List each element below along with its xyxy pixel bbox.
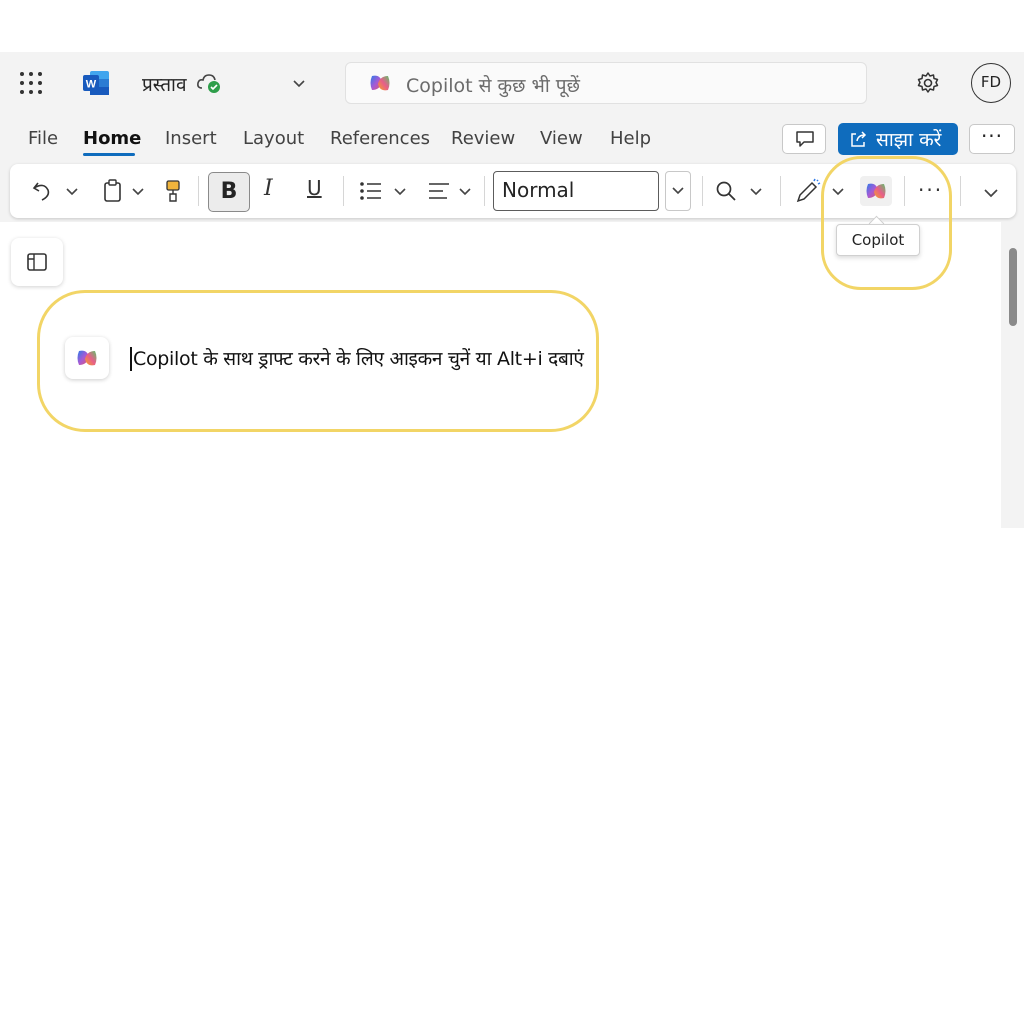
document-title[interactable]: प्रस्ताव xyxy=(142,71,187,97)
undo-icon[interactable] xyxy=(30,178,56,204)
tab-view[interactable]: View xyxy=(540,128,583,149)
tab-references[interactable]: References xyxy=(330,128,430,149)
copilot-icon xyxy=(77,350,97,366)
navigation-pane-button[interactable] xyxy=(11,238,63,286)
copilot-search-box[interactable]: Copilot से कुछ भी पूछें xyxy=(345,62,867,104)
bold-button[interactable]: B xyxy=(208,172,250,212)
word-app-window: W प्रस्ताव Copilot से कुछ भी पूछें FD Fi… xyxy=(0,52,1024,528)
share-button[interactable]: साझा करें xyxy=(838,123,958,155)
active-tab-indicator xyxy=(83,153,135,156)
user-avatar[interactable]: FD xyxy=(971,63,1011,103)
italic-button[interactable]: I xyxy=(264,176,273,201)
tab-review[interactable]: Review xyxy=(451,128,515,149)
tab-home[interactable]: Home xyxy=(83,128,141,149)
style-dropdown-toggle[interactable] xyxy=(665,171,691,211)
more-options-button[interactable]: ··· xyxy=(969,124,1015,154)
share-label: साझा करें xyxy=(876,129,942,151)
copilot-icon xyxy=(370,75,390,91)
comment-icon xyxy=(796,131,814,147)
tab-layout[interactable]: Layout xyxy=(243,128,304,149)
copilot-draft-button[interactable] xyxy=(65,337,109,379)
align-chevron-down-icon[interactable] xyxy=(457,178,473,204)
tab-help[interactable]: Help xyxy=(610,128,651,149)
comments-button[interactable] xyxy=(782,124,826,154)
share-icon xyxy=(851,131,867,147)
paste-chevron-down-icon[interactable] xyxy=(130,178,146,204)
find-chevron-down-icon[interactable] xyxy=(748,178,764,204)
bullets-chevron-down-icon[interactable] xyxy=(392,178,408,204)
navigation-pane-icon xyxy=(27,253,47,271)
editor-pen-icon[interactable] xyxy=(794,178,822,204)
cloud-saved-icon xyxy=(197,74,220,93)
app-launcher-icon[interactable] xyxy=(20,72,42,94)
undo-chevron-down-icon[interactable] xyxy=(64,178,80,204)
search-placeholder: Copilot से कुछ भी पूछें xyxy=(406,75,580,97)
find-search-icon[interactable] xyxy=(714,178,738,204)
chevron-down-icon[interactable] xyxy=(292,76,306,90)
clipboard-paste-icon[interactable] xyxy=(102,178,124,204)
text-cursor xyxy=(130,347,132,371)
align-left-icon[interactable] xyxy=(426,178,452,204)
highlight-copilot-ribbon xyxy=(821,156,952,290)
tab-insert[interactable]: Insert xyxy=(165,128,217,149)
bullet-list-icon[interactable] xyxy=(358,178,384,204)
word-logo-icon: W xyxy=(83,71,109,95)
settings-gear-icon[interactable] xyxy=(916,71,940,95)
format-painter-icon[interactable] xyxy=(163,178,183,204)
svg-text:W: W xyxy=(86,79,97,91)
scrollbar-thumb[interactable] xyxy=(1009,248,1017,326)
chevron-down-icon xyxy=(672,187,684,195)
tab-file[interactable]: File xyxy=(28,128,58,149)
style-dropdown[interactable]: Normal xyxy=(493,171,659,211)
copilot-draft-hint: Copilot के साथ ड्राफ्ट करने के लिए आइकन … xyxy=(133,348,584,370)
ribbon-collapse-chevron-icon[interactable] xyxy=(982,178,1000,204)
underline-button[interactable]: U xyxy=(307,176,322,200)
